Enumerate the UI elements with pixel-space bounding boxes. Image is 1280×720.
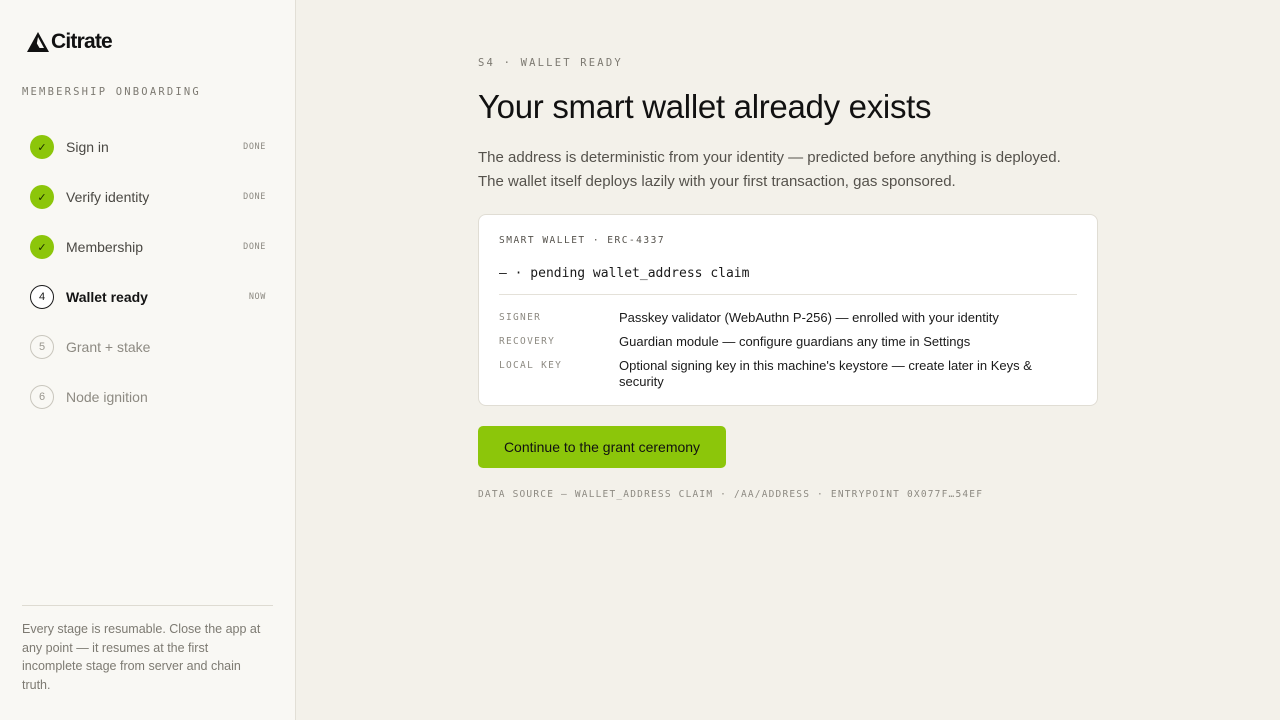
page-title: Your smart wallet already exists [478, 88, 932, 125]
divider [499, 294, 1077, 295]
page-description: The address is deterministic from your i… [478, 149, 1061, 190]
check-icon: ✓ [30, 135, 54, 159]
row-key: LOCAL KEY [499, 360, 563, 371]
step-number: 6 [30, 385, 54, 409]
step-number: 4 [30, 285, 54, 309]
step-number: 5 [30, 335, 54, 359]
section-label: MEMBERSHIP ONBOARDING [22, 86, 201, 98]
continue-button[interactable]: Continue to the grant ceremony [478, 426, 726, 468]
step-status: NOW [248, 292, 266, 302]
check-icon: ✓ [30, 235, 54, 259]
row-key: SIGNER [499, 312, 542, 323]
divider [22, 605, 273, 606]
row-value: Optional signing key in this machine's k… [619, 358, 1032, 389]
wallet-address: — · pending wallet_address claim [499, 266, 750, 281]
step-label: Wallet ready [66, 289, 148, 305]
row-key: RECOVERY [499, 336, 556, 347]
step-node-ignition: 6 Node ignition [30, 372, 266, 422]
resumable-note: Every stage is resumable. Close the app … [22, 622, 261, 692]
card-label: SMART WALLET · ERC-4337 [499, 235, 666, 246]
onboarding-steps: ✓ Sign in DONE ✓ Verify identity DONE ✓ … [30, 122, 266, 422]
step-verify-identity[interactable]: ✓ Verify identity DONE [30, 172, 266, 222]
step-sign-in[interactable]: ✓ Sign in DONE [30, 122, 266, 172]
row-value: Guardian module — configure guardians an… [619, 334, 971, 349]
sidebar: Citrate MEMBERSHIP ONBOARDING ✓ Sign in … [0, 0, 296, 720]
row-value: Passkey validator (WebAuthn P-256) — enr… [619, 310, 999, 325]
step-label: Node ignition [66, 389, 148, 405]
step-status: DONE [243, 142, 266, 152]
check-icon: ✓ [30, 185, 54, 209]
step-label: Membership [66, 239, 144, 255]
step-label: Verify identity [66, 189, 150, 205]
step-membership[interactable]: ✓ Membership DONE [30, 222, 266, 272]
step-label: Grant + stake [66, 339, 151, 355]
step-wallet-ready[interactable]: 4 Wallet ready NOW [30, 272, 266, 322]
wallet-card: SMART WALLET · ERC-4337 — · pending wall… [478, 214, 1098, 406]
brand-name: Citrate [51, 30, 113, 53]
brand-logo[interactable]: Citrate [27, 30, 113, 54]
data-source-note: DATA SOURCE — WALLET_ADDRESS CLAIM · /AA… [478, 489, 984, 500]
stage-eyebrow: S4 · WALLET READY [478, 57, 623, 69]
step-grant-stake: 5 Grant + stake [30, 322, 266, 372]
step-status: DONE [243, 192, 266, 202]
triangle-mark-icon [27, 32, 49, 52]
step-label: Sign in [66, 139, 109, 155]
step-status: DONE [243, 242, 266, 252]
